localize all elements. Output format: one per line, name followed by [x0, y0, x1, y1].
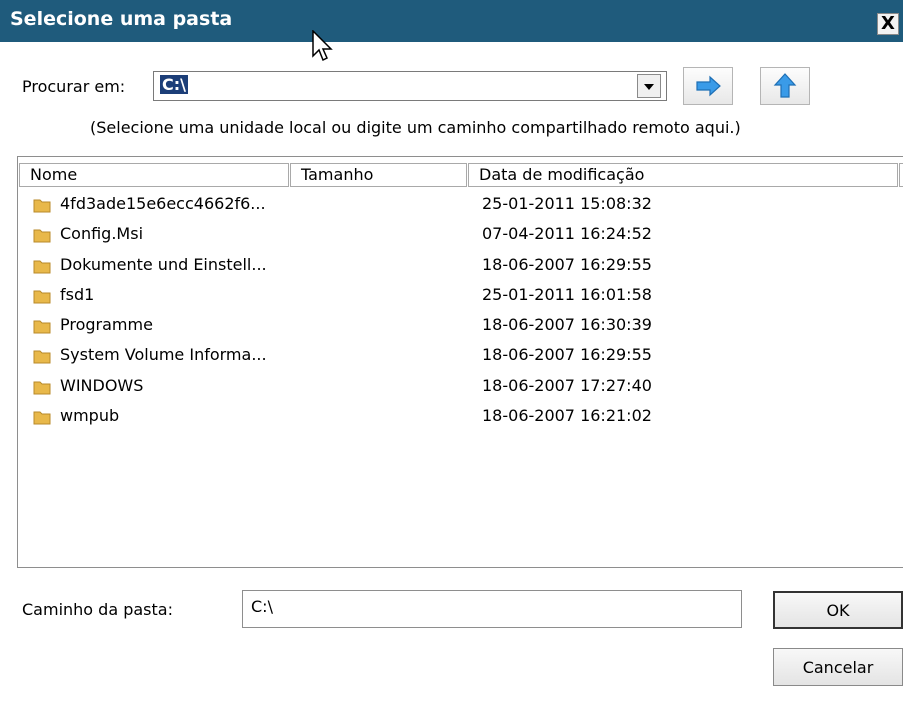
column-header-modified[interactable]: Data de modificação	[468, 163, 898, 187]
item-name: 4fd3ade15e6ecc4662f6...	[60, 194, 266, 213]
path-input[interactable]: C:\	[242, 590, 742, 628]
title-bar: Selecione uma pasta	[0, 0, 903, 42]
list-item[interactable]: 4fd3ade15e6ecc4662f6... 25-01-2011 15:08…	[32, 191, 732, 221]
column-header-extra	[899, 163, 903, 187]
folder-icon	[33, 320, 51, 334]
up-folder-button[interactable]	[760, 67, 810, 105]
folder-icon	[33, 411, 51, 425]
item-modified: 18-06-2007 16:29:55	[482, 345, 652, 364]
list-item[interactable]: fsd1 25-01-2011 16:01:58	[32, 282, 732, 312]
item-modified: 25-01-2011 16:01:58	[482, 285, 652, 304]
list-item[interactable]: System Volume Informa... 18-06-2007 16:2…	[32, 342, 732, 372]
item-name: Programme	[60, 315, 153, 334]
arrow-up-icon	[773, 73, 797, 98]
list-item[interactable]: Programme 18-06-2007 16:30:39	[32, 312, 732, 342]
location-label: Procurar em:	[22, 77, 126, 96]
folder-icon	[33, 199, 51, 213]
folder-icon	[33, 260, 51, 274]
list-item[interactable]: Dokumente und Einstell... 18-06-2007 16:…	[32, 252, 732, 282]
folder-icon	[33, 290, 51, 304]
item-name: System Volume Informa...	[60, 345, 267, 364]
path-value[interactable]: C:\	[251, 597, 273, 616]
column-header-size[interactable]: Tamanho	[290, 163, 467, 187]
item-modified: 18-06-2007 17:27:40	[482, 376, 652, 395]
list-item[interactable]: wmpub 18-06-2007 16:21:02	[32, 403, 732, 433]
item-modified: 18-06-2007 16:30:39	[482, 315, 652, 334]
folder-icon	[33, 229, 51, 243]
location-hint: (Selecione uma unidade local ou digite u…	[90, 118, 741, 137]
mouse-cursor-icon	[312, 30, 333, 62]
chevron-down-icon	[644, 84, 654, 90]
folder-icon	[33, 381, 51, 395]
folder-icon	[33, 350, 51, 364]
window-title: Selecione uma pasta	[10, 8, 233, 30]
item-name: Dokumente und Einstell...	[60, 255, 267, 274]
item-name: WINDOWS	[60, 376, 144, 395]
dropdown-button[interactable]	[637, 74, 661, 98]
item-name: Config.Msi	[60, 224, 144, 243]
location-value[interactable]: C:\	[160, 75, 188, 94]
location-combobox[interactable]: C:\	[153, 71, 667, 101]
go-button[interactable]	[683, 67, 733, 105]
item-name: wmpub	[60, 406, 120, 425]
item-modified: 18-06-2007 16:21:02	[482, 406, 652, 425]
close-button[interactable]: X	[877, 13, 899, 35]
item-modified: 25-01-2011 15:08:32	[482, 194, 652, 213]
ok-button[interactable]: OK	[773, 591, 903, 629]
list-item[interactable]: Config.Msi 07-04-2011 16:24:52	[32, 221, 732, 251]
column-header-name[interactable]: Nome	[19, 163, 289, 187]
item-modified: 18-06-2007 16:29:55	[482, 255, 652, 274]
arrow-right-icon	[696, 75, 721, 97]
item-name: fsd1	[60, 285, 95, 304]
item-modified: 07-04-2011 16:24:52	[482, 224, 652, 243]
cancel-button[interactable]: Cancelar	[773, 648, 903, 686]
path-label: Caminho da pasta:	[22, 600, 173, 619]
list-item[interactable]: WINDOWS 18-06-2007 17:27:40	[32, 373, 732, 403]
